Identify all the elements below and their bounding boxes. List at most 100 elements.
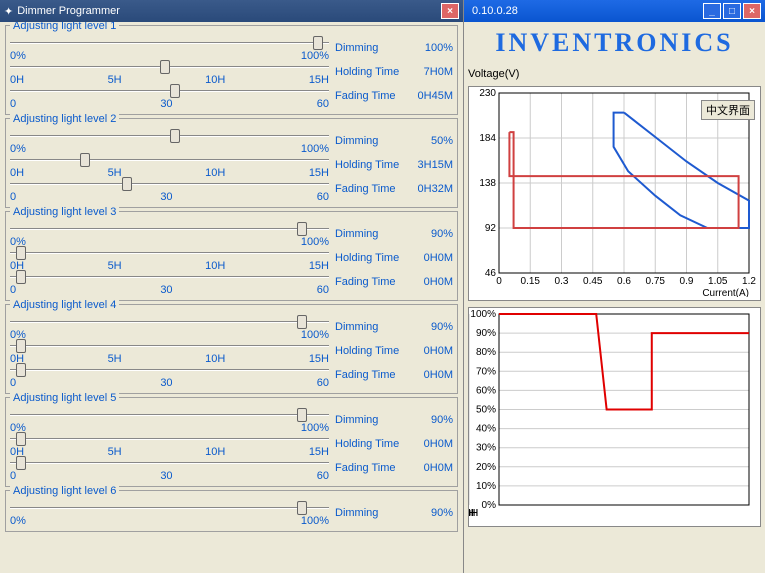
- holding-slider[interactable]: [10, 337, 329, 353]
- level-group-3: Adjusting light level 30%100%Dimming90%0…: [5, 211, 458, 301]
- svg-text:60%: 60%: [476, 385, 496, 396]
- svg-text:1.05: 1.05: [708, 276, 728, 287]
- fading-slider[interactable]: [10, 82, 329, 98]
- svg-text:90%: 90%: [476, 328, 496, 339]
- fading-slider[interactable]: [10, 454, 329, 470]
- svg-text:100%: 100%: [470, 309, 496, 320]
- dimming-slider[interactable]: [10, 127, 329, 143]
- group-legend: Adjusting light level 3: [10, 206, 119, 218]
- holding-value: 7H0M: [413, 66, 453, 78]
- dimming-slider[interactable]: [10, 220, 329, 236]
- svg-text:230: 230: [479, 88, 496, 99]
- window-title: 0.10.0.28: [468, 5, 701, 17]
- svg-text:0.75: 0.75: [646, 276, 666, 287]
- scale-tick: 30: [160, 191, 172, 203]
- dimming-value: 90%: [413, 507, 453, 519]
- dimming-label: Dimming: [335, 135, 413, 147]
- dimming-slider[interactable]: [10, 313, 329, 329]
- svg-text:20%: 20%: [476, 462, 496, 473]
- scale-tick: 100%: [301, 515, 329, 527]
- level-group-4: Adjusting light level 40%100%Dimming90%0…: [5, 304, 458, 394]
- group-legend: Adjusting light level 2: [10, 113, 119, 125]
- dimming-value: 90%: [413, 414, 453, 426]
- titlebar-right[interactable]: 0.10.0.28 _ □ ×: [464, 0, 765, 22]
- dimming-value: 90%: [413, 321, 453, 333]
- brand-logo: INVENTRONICS: [468, 28, 761, 58]
- fading-slider[interactable]: [10, 268, 329, 284]
- dimming-value: 100%: [413, 42, 453, 54]
- group-legend: Adjusting light level 1: [10, 22, 119, 32]
- holding-label: Holding Time: [335, 252, 413, 264]
- svg-text:138: 138: [479, 178, 496, 189]
- levels-panel: Adjusting light level 10%100%Dimming100%…: [0, 22, 463, 573]
- holding-label: Holding Time: [335, 438, 413, 450]
- level-group-1: Adjusting light level 10%100%Dimming100%…: [5, 25, 458, 115]
- svg-text:0.6: 0.6: [617, 276, 631, 287]
- group-legend: Adjusting light level 4: [10, 299, 119, 311]
- minimize-button[interactable]: _: [703, 3, 721, 19]
- svg-text:0.45: 0.45: [583, 276, 603, 287]
- fading-value: 0H0M: [413, 369, 453, 381]
- svg-text:30%: 30%: [476, 443, 496, 454]
- scale-tick: 30: [160, 284, 172, 296]
- holding-slider[interactable]: [10, 430, 329, 446]
- holding-value: 3H15M: [413, 159, 453, 171]
- dimming-profile-chart: 0%10%20%30%40%50%60%70%80%90%100%0H2H4H6…: [468, 307, 761, 527]
- dimming-label: Dimming: [335, 228, 413, 240]
- fading-label: Fading Time: [335, 90, 413, 102]
- scale-tick: 0: [10, 284, 16, 296]
- group-legend: Adjusting light level 5: [10, 392, 119, 404]
- fading-label: Fading Time: [335, 369, 413, 381]
- svg-text:0%: 0%: [482, 500, 497, 511]
- scale-tick: 0: [10, 191, 16, 203]
- holding-value: 0H0M: [413, 438, 453, 450]
- svg-text:70%: 70%: [476, 366, 496, 377]
- scale-tick: 0: [10, 377, 16, 389]
- fading-value: 0H32M: [413, 183, 453, 195]
- holding-value: 0H0M: [413, 252, 453, 264]
- close-button[interactable]: ×: [743, 3, 761, 19]
- level-group-5: Adjusting light level 50%100%Dimming90%0…: [5, 397, 458, 487]
- graph-window: 0.10.0.28 _ □ × INVENTRONICS 中文界面 Voltag…: [464, 0, 765, 573]
- titlebar-left[interactable]: ✦ Dimmer Programmer ×: [0, 0, 463, 22]
- fading-slider[interactable]: [10, 361, 329, 377]
- svg-text:0: 0: [496, 276, 502, 287]
- svg-text:0.9: 0.9: [680, 276, 694, 287]
- scale-tick: 0%: [10, 515, 26, 527]
- app-icon: ✦: [4, 5, 13, 18]
- svg-text:10%: 10%: [476, 481, 496, 492]
- svg-text:Current(A): Current(A): [702, 288, 749, 297]
- svg-text:80%: 80%: [476, 347, 496, 358]
- language-button[interactable]: 中文界面: [701, 100, 755, 120]
- maximize-button[interactable]: □: [723, 3, 741, 19]
- dimming-slider[interactable]: [10, 34, 329, 50]
- scale-tick: 60: [317, 470, 329, 482]
- svg-text:184: 184: [479, 133, 496, 144]
- svg-text:1.2: 1.2: [742, 276, 756, 287]
- close-button[interactable]: ×: [441, 3, 459, 19]
- scale-tick: 60: [317, 191, 329, 203]
- dimming-slider[interactable]: [10, 406, 329, 422]
- chart1-ylabel: Voltage(V): [468, 68, 519, 80]
- level-group-2: Adjusting light level 20%100%Dimming50%0…: [5, 118, 458, 208]
- dimming-label: Dimming: [335, 321, 413, 333]
- scale-tick: 30: [160, 98, 172, 110]
- holding-slider[interactable]: [10, 244, 329, 260]
- holding-slider[interactable]: [10, 151, 329, 167]
- fading-value: 0H45M: [413, 90, 453, 102]
- scale-tick: 60: [317, 377, 329, 389]
- scale-tick: 60: [317, 98, 329, 110]
- level-group-6: Adjusting light level 60%100%Dimming90%: [5, 490, 458, 532]
- holding-label: Holding Time: [335, 66, 413, 78]
- svg-text:50%: 50%: [476, 405, 496, 416]
- dimming-slider[interactable]: [10, 499, 329, 515]
- svg-text:0.15: 0.15: [521, 276, 541, 287]
- window-title: Dimmer Programmer: [13, 5, 439, 17]
- holding-slider[interactable]: [10, 58, 329, 74]
- scale-tick: 0: [10, 98, 16, 110]
- svg-text:0.3: 0.3: [555, 276, 569, 287]
- dimming-label: Dimming: [335, 414, 413, 426]
- dimming-label: Dimming: [335, 42, 413, 54]
- scale-tick: 30: [160, 470, 172, 482]
- fading-slider[interactable]: [10, 175, 329, 191]
